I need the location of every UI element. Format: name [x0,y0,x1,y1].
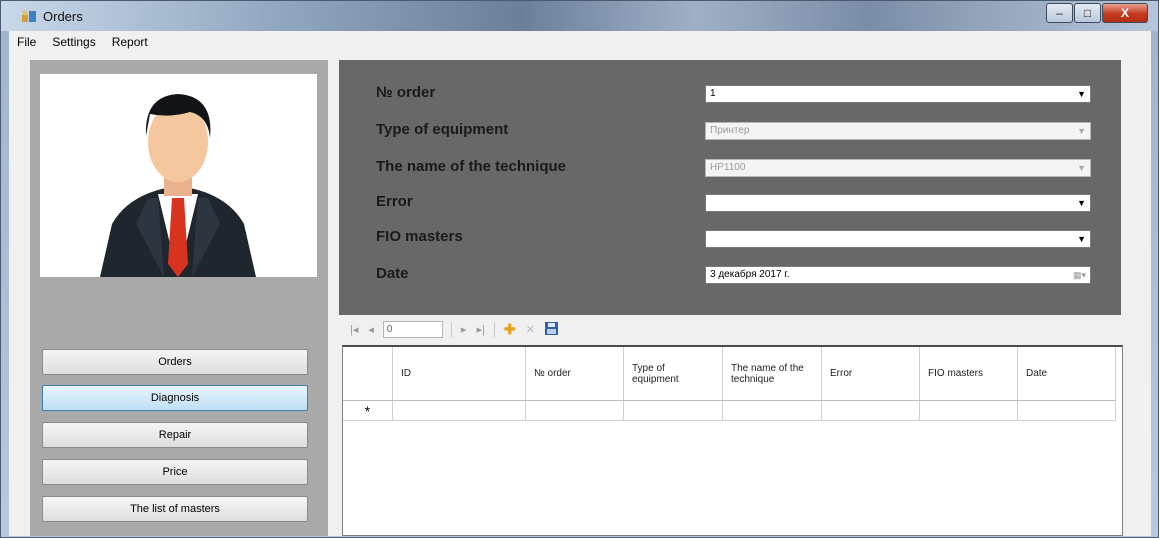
repair-button-label: Repair [158,429,192,441]
separator [493,322,495,337]
date-label: Date [376,265,409,282]
grid-cell[interactable] [723,401,822,420]
close-icon: X [1120,6,1129,20]
fio-masters-label: FIO masters [376,228,463,245]
order-number-value: 1 [710,88,716,99]
app-icon [22,10,36,22]
move-last-icon[interactable]: ▸| [476,323,484,336]
save-icon[interactable] [544,321,558,338]
delete-icon[interactable]: ✕ [526,323,535,336]
order-form-panel: № order 1 ▼ Type of equipment Принтер ▼ Th… [339,60,1121,315]
chevron-down-icon: ▼ [1077,89,1086,99]
grid-cell[interactable] [822,401,920,420]
date-picker[interactable]: 3 декабря 2017 г. ▦▾ [705,266,1091,284]
error-label: Error [376,193,413,210]
column-header[interactable]: Type of equipment [624,347,723,400]
separator [450,322,452,337]
chevron-down-icon: ▼ [1077,163,1086,173]
avatar [40,74,317,277]
position-input[interactable]: 0 [382,321,443,338]
equipment-type-value: Принтер [710,125,750,136]
grid-cell[interactable] [393,401,526,420]
column-header[interactable]: The name of the technique [723,347,822,400]
column-header[interactable]: FIO masters [920,347,1018,400]
left-panel: Orders Diagnosis Repair Price The list o… [30,60,328,536]
move-previous-icon[interactable]: ◂ [368,323,374,336]
column-header[interactable]: ID [393,347,526,400]
title-bar[interactable]: Orders – □ X [1,1,1158,31]
businessman-avatar-icon [100,94,256,277]
order-number-label: № order [376,84,436,101]
masters-list-button[interactable]: The list of masters [42,496,308,522]
diagnosis-button-label: Diagnosis [150,392,200,404]
technique-name-combo[interactable]: HP1100 ▼ [705,159,1091,177]
menu-bar: File Settings Report [9,31,1151,53]
calendar-icon: ▦▾ [1072,270,1086,280]
grid-cell[interactable] [920,401,1018,420]
menu-file[interactable]: File [9,35,44,49]
move-next-icon[interactable]: ▸ [461,323,467,336]
orders-button[interactable]: Orders [42,349,308,375]
fio-masters-combo[interactable]: ▼ [705,230,1091,248]
maximize-button[interactable]: □ [1074,3,1101,23]
grid-header: ID № order Type of equipment The name of… [343,347,1116,401]
new-row-marker: * [343,401,393,420]
repair-button[interactable]: Repair [42,422,308,448]
grid-cell[interactable] [624,401,723,420]
error-combo[interactable]: ▼ [705,194,1091,212]
date-value: 3 декабря 2017 г. [710,269,790,280]
row-header-cell [343,347,393,400]
chevron-down-icon: ▼ [1077,198,1086,208]
chevron-down-icon: ▼ [1077,234,1086,244]
grid-cell[interactable] [1018,401,1116,420]
chevron-down-icon: ▼ [1077,126,1086,136]
price-button-label: Price [162,466,188,478]
maximize-icon: □ [1083,6,1092,20]
column-header[interactable]: Error [822,347,920,400]
menu-settings[interactable]: Settings [44,35,103,49]
close-button[interactable]: X [1102,3,1148,23]
equipment-type-combo[interactable]: Принтер ▼ [705,122,1091,140]
new-row[interactable]: * [343,401,1116,421]
binding-navigator: |◂ ◂ 0 ▸ ▸| ✚ ✕ [339,317,1121,342]
masters-list-button-label: The list of masters [130,503,220,515]
column-header[interactable]: Date [1018,347,1116,400]
column-header[interactable]: № order [526,347,624,400]
equipment-type-label: Type of equipment [376,121,509,138]
order-number-combo[interactable]: 1 ▼ [705,85,1091,103]
add-new-icon[interactable]: ✚ [504,321,516,338]
window-title: Orders [43,9,83,24]
price-button[interactable]: Price [42,459,308,485]
grid-cell[interactable] [526,401,624,420]
orders-window: Orders – □ X File Settings Report Orders… [0,0,1159,538]
orders-button-label: Orders [158,356,192,368]
minimize-button[interactable]: – [1046,3,1073,23]
technique-name-label: The name of the technique [376,158,567,175]
orders-grid[interactable]: ID № order Type of equipment The name of… [342,345,1123,536]
diagnosis-button[interactable]: Diagnosis [42,385,308,411]
technique-name-value: HP1100 [710,162,746,173]
move-first-icon[interactable]: |◂ [350,323,358,336]
client-area: File Settings Report Orders Diagnosis Re… [9,31,1151,536]
menu-report[interactable]: Report [104,35,156,49]
minimize-icon: – [1056,6,1063,20]
